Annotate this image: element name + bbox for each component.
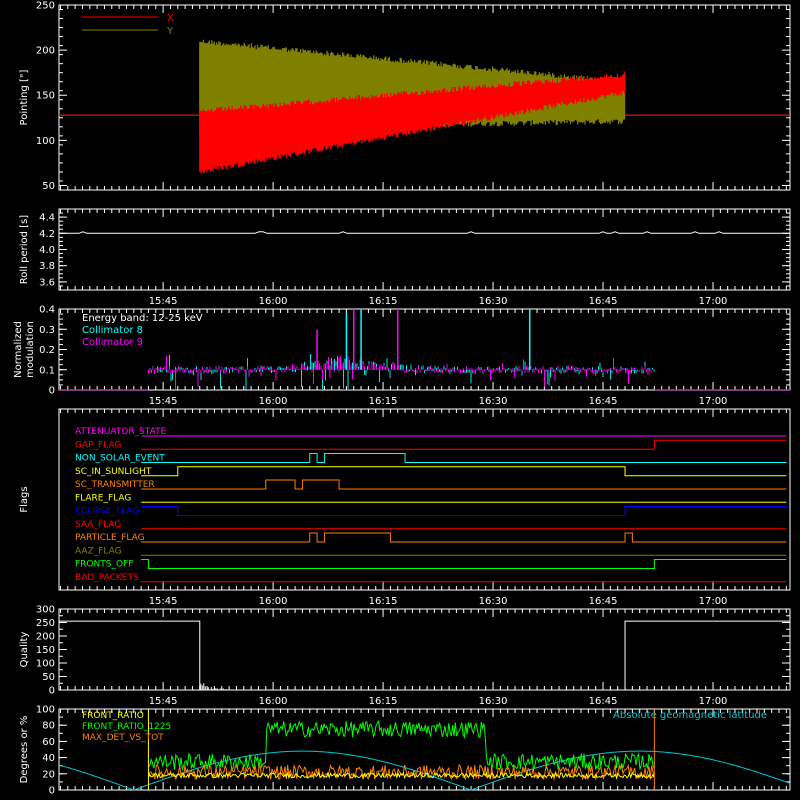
modulation-x-tick-label: 16:30 — [479, 396, 508, 407]
roll_period-x-tick-label: 17:00 — [699, 296, 728, 307]
flags-y-axis-label: Flags — [19, 486, 30, 512]
roll_period-x-tick-label: 16:45 — [589, 296, 618, 307]
flags-x-tick-label: 17:00 — [699, 596, 728, 607]
ratios-y-tick-label: 100 — [36, 705, 55, 716]
modulation-y-tick-label: 0.1 — [39, 365, 55, 376]
flags-x-tick-label: 16:45 — [589, 596, 618, 607]
flags-x-tick-label: 16:30 — [479, 596, 508, 607]
quality-y-tick-label: 150 — [36, 645, 55, 656]
roll_period-x-tick-label: 16:15 — [369, 296, 398, 307]
quality-x-tick-label: 17:00 — [699, 696, 728, 707]
roll_period-frame — [58, 208, 791, 291]
flag-line-sc-transmitter — [141, 479, 787, 490]
modulation-x-tick-label: 17:00 — [699, 396, 728, 407]
ratios-y-tick-label: 0 — [49, 786, 55, 797]
flag-line-fronts-off — [141, 559, 787, 569]
ratios-y-tick-label: 40 — [42, 753, 55, 764]
roll_period-y-axis-label: Roll period [s] — [19, 215, 30, 284]
modulation-y-tick-label: 0.2 — [39, 345, 55, 356]
pointing-y-axis-label: Pointing ["] — [19, 69, 30, 125]
flag-label: SAA_FLAG — [75, 520, 121, 530]
flags-x-tick-label: 15:45 — [149, 596, 178, 607]
modulation-x-tick-label: 15:45 — [149, 396, 178, 407]
ratios-y-tick-label: 60 — [42, 737, 55, 748]
flag-line-sc-in-sunlight — [141, 466, 787, 477]
modulation-x-tick-label: 16:15 — [369, 396, 398, 407]
roll_period-y-tick-label: 4.2 — [39, 229, 55, 240]
flag-label: BAD_PACKETS — [75, 573, 139, 583]
ratios-y-axis-label: Degrees or % — [19, 716, 30, 784]
pointing-y-tick-label: 100 — [36, 136, 55, 147]
modulation-y-tick-label: 0 — [49, 386, 55, 397]
modulation-series-8 — [148, 354, 655, 390]
flag-label: SC_IN_SUNLIGHT — [75, 467, 152, 477]
modulation-y-axis-label: Normalized — [13, 321, 24, 378]
flag-line-eclipse-flag — [141, 506, 787, 516]
pointing-y-tick-label: 150 — [36, 91, 55, 102]
modulation-y-axis-label: modulation — [25, 321, 36, 378]
roll_period-x-tick-label: 16:30 — [479, 296, 508, 307]
quality-noise — [200, 683, 230, 690]
roll_period-x-tick-label: 16:00 — [259, 296, 288, 307]
flag-line-particle-flag — [141, 532, 787, 543]
flags-x-tick-label: 16:15 — [369, 596, 398, 607]
modulation-x-tick-label: 16:45 — [589, 396, 618, 407]
quality-y-tick-label: 250 — [36, 618, 55, 629]
modulation-annotation: Energy band: 12-25 keV — [82, 313, 203, 324]
flag-label: SC_TRANSMITTER — [75, 480, 155, 490]
roll_period-y-tick-label: 3.8 — [39, 261, 55, 272]
quality-x-tick-label: 15:45 — [149, 696, 178, 707]
modulation-y-tick-label: 0.4 — [39, 305, 55, 316]
flag-label: ECLIPSE_FLAG — [75, 507, 139, 517]
modulation-legend-label: Collimator 8 — [82, 325, 143, 336]
quality-x-tick-label: 16:45 — [589, 696, 618, 707]
pointing-legend-label: Y — [166, 26, 174, 37]
ratios-y-tick-label: 80 — [42, 721, 55, 732]
ratio-annotation: Absolute geomagnetic latitude — [613, 710, 767, 721]
roll_period-y-tick-label: 4.4 — [39, 213, 55, 224]
ratio-series-max-det-vs-tot — [148, 763, 655, 781]
flag-label: FLARE_FLAG — [75, 493, 131, 503]
pointing-legend-label: X — [167, 13, 174, 24]
flag-label: NON_SOLAR_EVENT — [75, 454, 165, 464]
roll_period-y-tick-label: 3.6 — [39, 277, 55, 288]
modulation-x-tick-label: 16:00 — [259, 396, 288, 407]
quality-x-tick-label: 16:15 — [369, 696, 398, 707]
quality-y-tick-label: 300 — [36, 605, 55, 616]
ratio-legend-label: MAX_DET_VS_TOT — [82, 733, 164, 743]
flag-line-gap-flag — [141, 439, 787, 450]
hessi-observing-summary: 50100150200250Pointing ["]XY3.63.84.04.2… — [13, 1, 791, 797]
roll-period-line — [59, 231, 787, 234]
ratio-legend-label: FRONT_RATIO_1225 — [82, 722, 171, 732]
quality-y-axis-label: Quality — [19, 632, 30, 668]
modulation-legend-label: Collimator 9 — [82, 337, 143, 348]
pointing-y-tick-label: 200 — [36, 46, 55, 57]
flag-line-non-solar-event — [141, 453, 787, 463]
ratio-legend-label: FRONT_RATIO — [82, 711, 144, 721]
modulation-series-9 — [148, 355, 655, 390]
roll_period-y-tick-label: 4.0 — [39, 245, 55, 256]
ratio-series-front-ratio-1225 — [148, 719, 655, 772]
roll_period-x-tick-label: 15:45 — [149, 296, 178, 307]
quality-line — [59, 620, 790, 691]
modulation-y-tick-label: 0.3 — [39, 325, 55, 336]
flags-x-tick-label: 16:00 — [259, 596, 288, 607]
flag-label: GAP_FLAG — [75, 440, 121, 450]
flag-label: FRONTS_OFF — [75, 560, 133, 570]
quality-y-tick-label: 50 — [42, 672, 55, 683]
quality-y-tick-label: 200 — [36, 632, 55, 643]
quality-x-tick-label: 16:00 — [259, 696, 288, 707]
quality-x-tick-label: 16:30 — [479, 696, 508, 707]
panels-layer: 50100150200250Pointing ["]XY3.63.84.04.2… — [13, 1, 791, 797]
geomagnetic-latitude-line — [58, 750, 790, 791]
quality-y-tick-label: 0 — [49, 686, 55, 697]
quality-y-tick-label: 100 — [36, 659, 55, 670]
ratios-y-tick-label: 20 — [42, 769, 55, 780]
pointing-y-tick-label: 250 — [36, 1, 55, 12]
flag-label: PARTICLE_FLAG — [75, 533, 145, 543]
pointing-y-tick-label: 50 — [42, 181, 55, 192]
flag-label: ATTENUATOR_STATE — [75, 427, 167, 437]
flag-label: AAZ_FLAG — [75, 546, 122, 556]
